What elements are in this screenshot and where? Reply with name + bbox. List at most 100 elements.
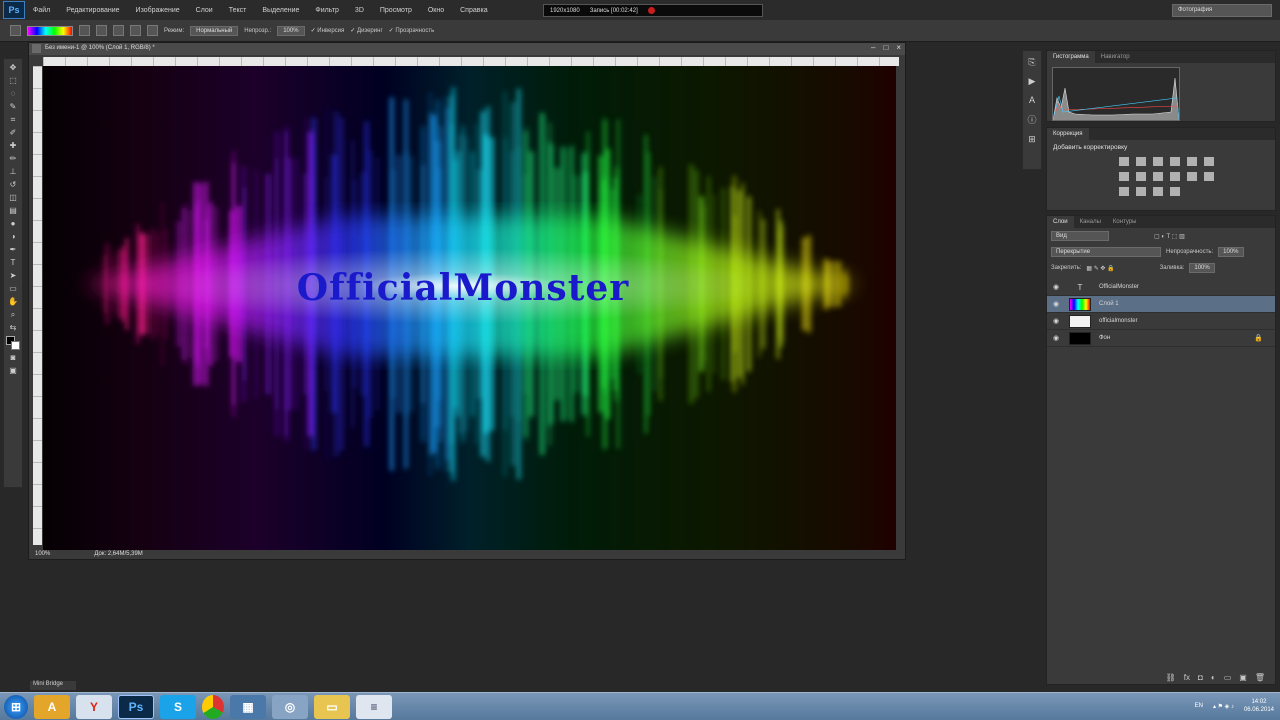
workspace-select[interactable]: Фотография	[1172, 4, 1272, 17]
lock-icons[interactable]: ▦ ✎ ✥ 🔒	[1086, 265, 1114, 272]
horizontal-ruler[interactable]	[43, 57, 899, 66]
tool-presets-icon[interactable]: ⊞	[1028, 134, 1036, 145]
doc-maximize-icon[interactable]: □	[883, 43, 888, 52]
visibility-eye-icon[interactable]: ◉	[1051, 334, 1061, 342]
marquee-tool-icon[interactable]: ⬚	[7, 76, 19, 86]
inverse-checkbox[interactable]: Инверсия	[311, 27, 344, 34]
menu-layer[interactable]: Слои	[188, 7, 221, 14]
photoshop-taskbar-icon[interactable]: Ps	[118, 694, 154, 719]
menu-select[interactable]: Выделение	[254, 7, 307, 14]
media-player-icon[interactable]: ◎	[272, 694, 308, 719]
image-canvas[interactable]: OfficialMonster	[43, 66, 896, 550]
tray-icons[interactable]: ▴ ⚑ ◈ ♪	[1213, 703, 1234, 710]
doc-close-icon[interactable]: ×	[896, 43, 901, 52]
reflected-gradient-button[interactable]	[130, 25, 141, 36]
tab-paths[interactable]: Контуры	[1107, 216, 1143, 228]
curves-icon[interactable]	[1153, 157, 1163, 166]
document-info[interactable]: Док: 2,64M/5,39M	[94, 551, 142, 557]
folder-icon[interactable]: ▭	[314, 694, 350, 719]
screen-mode-icon[interactable]: ▣	[7, 366, 19, 376]
tab-navigator[interactable]: Навигатор	[1095, 51, 1136, 63]
tab-channels[interactable]: Каналы	[1074, 216, 1107, 228]
background-color[interactable]	[11, 341, 20, 350]
levels-icon[interactable]	[1136, 157, 1146, 166]
record-icon[interactable]	[647, 7, 655, 14]
gradient-picker[interactable]	[27, 25, 73, 36]
menu-edit[interactable]: Редактирование	[58, 7, 127, 14]
blend-mode-select[interactable]: Перекрытие	[1051, 247, 1161, 257]
channel-mixer-icon[interactable]	[1170, 172, 1180, 181]
move-tool-icon[interactable]: ✥	[7, 63, 19, 73]
radial-gradient-button[interactable]	[96, 25, 107, 36]
layer-row[interactable]: ◉ Фон 🔒	[1047, 330, 1275, 347]
linear-gradient-button[interactable]	[79, 25, 90, 36]
layer-opacity-input[interactable]: 100%	[1218, 247, 1244, 257]
brightness-icon[interactable]	[1119, 157, 1129, 166]
menu-file[interactable]: Файл	[25, 7, 58, 14]
adjustment-layer-icon[interactable]: ◐	[1211, 673, 1216, 682]
lasso-tool-icon[interactable]: ◌	[7, 89, 19, 99]
diamond-gradient-button[interactable]	[147, 25, 158, 36]
eraser-tool-icon[interactable]: ◫	[7, 193, 19, 203]
gradient-tool-icon[interactable]: ▤	[7, 206, 19, 216]
layer-row[interactable]: ◉ T OfficialMonster	[1047, 279, 1275, 296]
shape-tool-icon[interactable]: ▭	[7, 284, 19, 294]
avast-icon[interactable]: A	[34, 694, 70, 719]
gradient-tool-icon[interactable]	[10, 25, 21, 36]
info-panel-icon[interactable]: ⓘ	[1027, 113, 1036, 126]
document-close-icon[interactable]	[32, 44, 41, 53]
history-panel-icon[interactable]: ⎘	[1028, 57, 1035, 68]
tab-adjustments[interactable]: Коррекция	[1047, 128, 1089, 140]
menu-window[interactable]: Окно	[420, 7, 452, 14]
opacity-input[interactable]: 100%	[277, 25, 305, 36]
menu-help[interactable]: Справка	[452, 7, 495, 14]
threshold-icon[interactable]	[1136, 187, 1146, 196]
visibility-eye-icon[interactable]: ◉	[1051, 300, 1061, 308]
color-swatches[interactable]	[6, 336, 20, 350]
group-icon[interactable]: ▭	[1224, 673, 1232, 682]
crop-tool-icon[interactable]: ⌗	[7, 115, 19, 125]
yandex-browser-icon[interactable]: Y	[76, 694, 112, 719]
posterize-icon[interactable]	[1119, 187, 1129, 196]
zoom-tool-icon[interactable]: ⌕	[7, 310, 19, 320]
color-lookup-icon[interactable]	[1187, 172, 1197, 181]
zoom-level[interactable]: 100%	[35, 551, 50, 557]
healing-tool-icon[interactable]: ✚	[7, 141, 19, 151]
chrome-icon[interactable]	[202, 694, 224, 719]
menu-filter[interactable]: Фильтр	[307, 7, 347, 14]
menu-type[interactable]: Текст	[221, 7, 255, 14]
fill-input[interactable]: 100%	[1189, 263, 1215, 273]
black-white-icon[interactable]	[1136, 172, 1146, 181]
start-orb-icon[interactable]: ⊞	[4, 694, 28, 719]
path-select-tool-icon[interactable]: ➤	[7, 271, 19, 281]
brush-tool-icon[interactable]: ✏	[7, 154, 19, 164]
link-layers-icon[interactable]: ⛓	[1166, 673, 1176, 682]
menu-image[interactable]: Изображение	[128, 7, 188, 14]
dither-checkbox[interactable]: Дизеринг	[350, 27, 383, 34]
photo-filter-icon[interactable]	[1153, 172, 1163, 181]
vertical-ruler[interactable]	[33, 66, 42, 545]
pen-tool-icon[interactable]: ✒	[7, 245, 19, 255]
mode-select[interactable]: Нормальный	[190, 25, 239, 36]
hand-tool-icon[interactable]: ✋	[7, 297, 19, 307]
language-indicator[interactable]: EN	[1195, 703, 1203, 709]
angle-gradient-button[interactable]	[113, 25, 124, 36]
mask-icon[interactable]: ◘	[1198, 673, 1203, 682]
selective-color-icon[interactable]	[1170, 187, 1180, 196]
type-tool-icon[interactable]: T	[7, 258, 19, 268]
transparency-checkbox[interactable]: Прозрачность	[389, 27, 434, 34]
tab-histogram[interactable]: Гистограмма	[1047, 51, 1095, 63]
blur-tool-icon[interactable]: ●	[7, 219, 19, 229]
layer-row[interactable]: ◉ Слой 1	[1047, 296, 1275, 313]
fx-icon[interactable]: fx	[1184, 673, 1190, 682]
layer-row[interactable]: ◉ officialmonster	[1047, 313, 1275, 330]
menu-3d[interactable]: 3D	[347, 7, 372, 14]
document-tab[interactable]: Без имени-1 @ 100% (Слой 1, RGB/8) * – □…	[29, 43, 905, 55]
menu-view[interactable]: Просмотр	[372, 7, 420, 14]
layer-kind-filter[interactable]: Вид	[1051, 231, 1109, 241]
history-brush-tool-icon[interactable]: ↺	[7, 180, 19, 190]
color-balance-icon[interactable]	[1119, 172, 1129, 181]
swap-colors-icon[interactable]: ⇆	[7, 323, 19, 333]
exposure-icon[interactable]	[1170, 157, 1180, 166]
new-layer-icon[interactable]: ▣	[1239, 673, 1247, 682]
